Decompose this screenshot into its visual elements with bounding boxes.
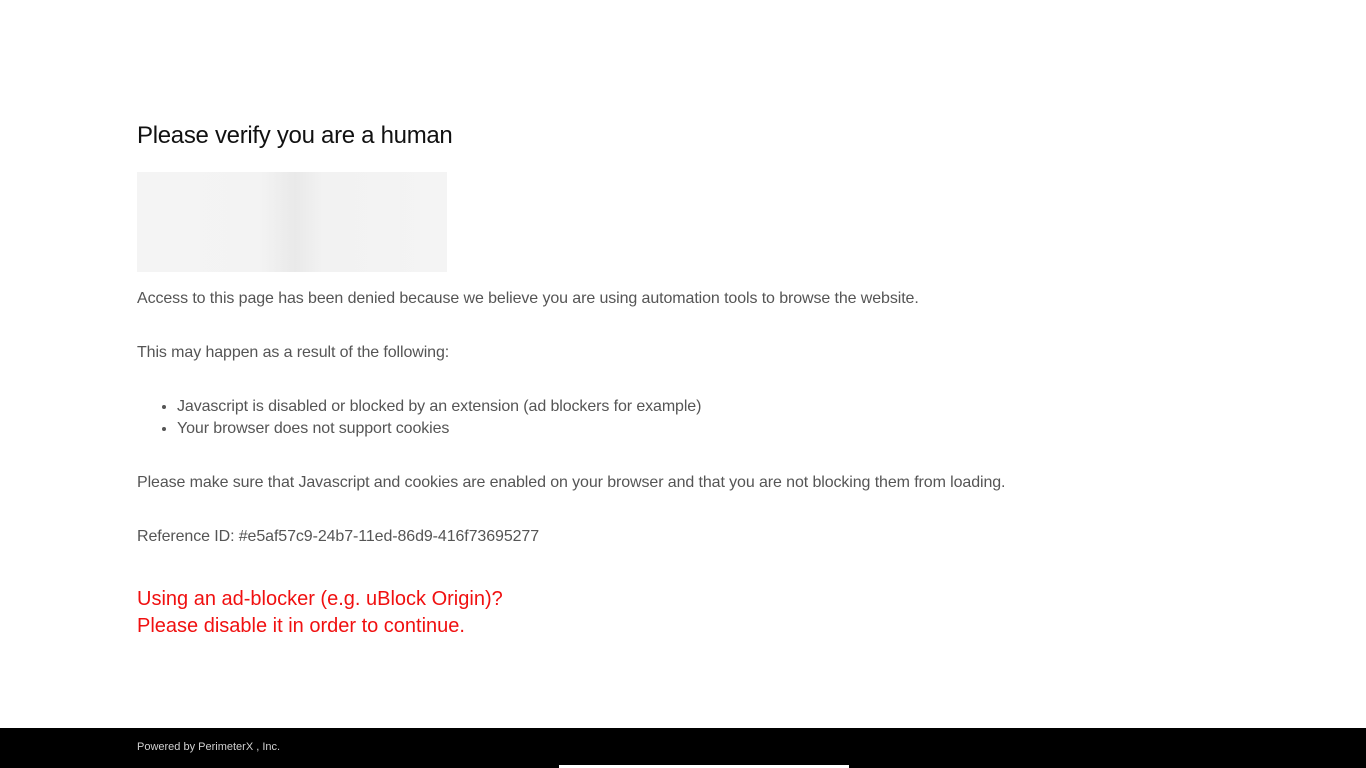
adblock-question: Using an ad-blocker (e.g. uBlock Origin)… — [137, 588, 503, 610]
captcha-widget[interactable] — [137, 172, 447, 272]
page-title: Please verify you are a human — [137, 122, 453, 149]
footer: Powered by PerimeterX , Inc. — [0, 728, 1366, 768]
reference-id: Reference ID: #e5af57c9-24b7-11ed-86d9-4… — [137, 528, 540, 545]
powered-by-text: Powered by PerimeterX , Inc. — [137, 741, 281, 753]
list-item: Javascript is disabled or blocked by an … — [177, 396, 1137, 418]
verification-content: Please verify you are a human Access to … — [137, 120, 1137, 640]
reasons-intro: This may happen as a result of the follo… — [137, 344, 450, 361]
reasons-list: Javascript is disabled or blocked by an … — [137, 396, 1137, 440]
instructions-text: Please make sure that Javascript and coo… — [137, 474, 1006, 491]
access-denied-message: Access to this page has been denied beca… — [137, 290, 919, 307]
list-item: Your browser does not support cookies — [177, 418, 1137, 440]
adblock-instruction: Please disable it in order to continue. — [137, 615, 465, 637]
adblock-warning: Using an ad-blocker (e.g. uBlock Origin)… — [137, 586, 1137, 640]
